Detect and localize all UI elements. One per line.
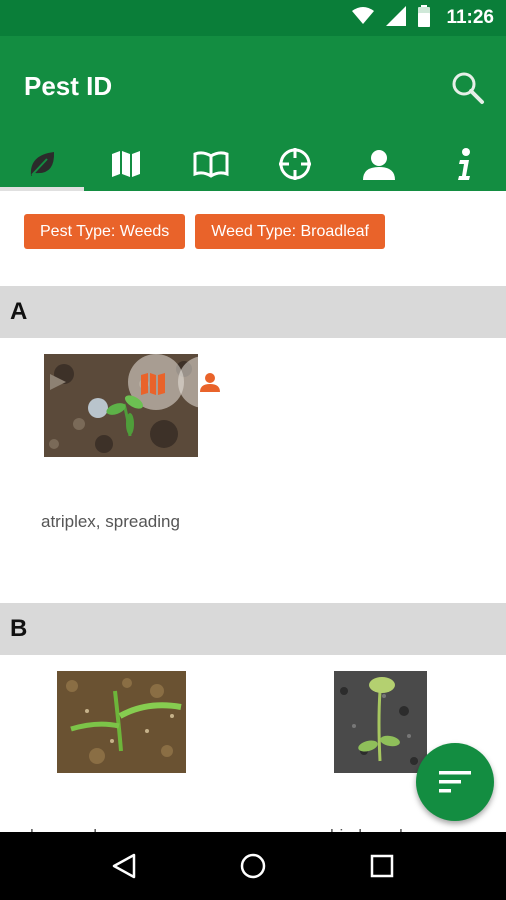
- recents-button[interactable]: [352, 836, 412, 896]
- section-letter: A: [10, 298, 28, 325]
- book-icon: [193, 150, 229, 178]
- signal-icon: [386, 5, 407, 31]
- weed-thumbnail-atriplex[interactable]: [44, 354, 198, 457]
- weed-name-atriplex[interactable]: atriplex, spreading: [41, 512, 180, 532]
- person-icon: [363, 149, 396, 180]
- tab-profile[interactable]: [337, 136, 421, 191]
- section-letter: B: [10, 615, 28, 642]
- wifi-icon: [352, 6, 375, 30]
- map-icon: [112, 150, 141, 177]
- system-nav-bar: [0, 832, 506, 900]
- section-header-b: B: [0, 603, 506, 655]
- tab-pests[interactable]: [0, 136, 85, 191]
- search-icon: [452, 72, 484, 104]
- info-icon: [457, 147, 470, 180]
- weed-thumbnail-bindweed[interactable]: [334, 671, 427, 773]
- tab-scout[interactable]: [253, 136, 337, 191]
- tab-info[interactable]: [422, 136, 506, 191]
- map-icon[interactable]: [140, 372, 166, 401]
- home-icon: [240, 853, 266, 879]
- battery-icon: [418, 4, 431, 32]
- weed-thumbnail-barnyardgrass[interactable]: [57, 671, 186, 773]
- filter-chip-pest-type[interactable]: Pest Type: Weeds: [24, 214, 186, 249]
- filter-fab-button[interactable]: [416, 743, 494, 821]
- recents-icon: [370, 854, 393, 878]
- crosshair-icon: [279, 147, 312, 180]
- clock: 11:26: [446, 7, 494, 28]
- back-icon: [113, 853, 136, 879]
- home-button[interactable]: [223, 836, 283, 896]
- status-bar: 11:26: [0, 0, 506, 36]
- tab-map[interactable]: [84, 136, 168, 191]
- tab-bar: [0, 136, 506, 191]
- filter-chip-weed-type[interactable]: Weed Type: Broadleaf: [195, 214, 385, 249]
- app-bar: Pest ID: [0, 36, 506, 136]
- leaf-icon: [31, 151, 55, 176]
- back-button[interactable]: [94, 836, 154, 896]
- section-header-a: A: [0, 286, 506, 338]
- search-button[interactable]: [444, 64, 492, 112]
- filter-chips: Pest Type: Weeds Weed Type: Broadleaf: [24, 214, 385, 249]
- tab-guide[interactable]: [169, 136, 253, 191]
- person-icon[interactable]: [200, 372, 220, 397]
- filter-icon: [439, 771, 471, 793]
- app-title: Pest ID: [24, 71, 113, 101]
